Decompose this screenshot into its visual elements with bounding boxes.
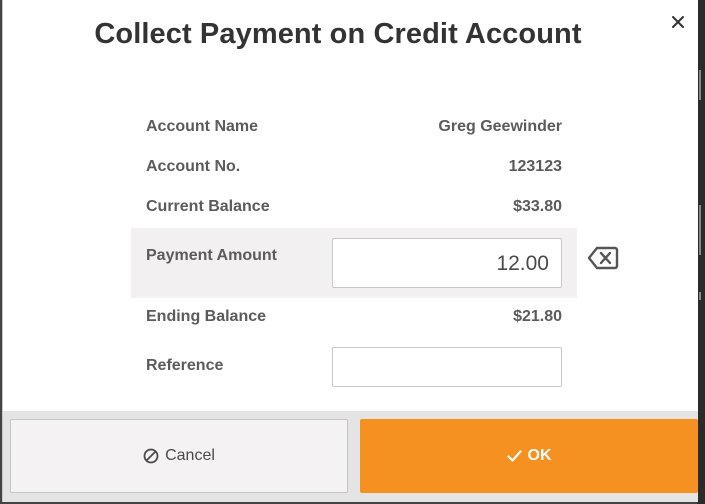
- account-name-value: Greg Geewinder: [438, 118, 562, 135]
- account-no-row: Account No. 123123: [131, 148, 577, 188]
- close-icon: [672, 16, 684, 28]
- reference-label: Reference: [146, 357, 224, 374]
- check-icon: [506, 450, 522, 462]
- backspace-button[interactable]: [587, 245, 619, 271]
- current-balance-value: $33.80: [513, 198, 562, 215]
- current-balance-label: Current Balance: [146, 198, 270, 215]
- payment-amount-input[interactable]: 12.00: [332, 238, 562, 288]
- account-no-label: Account No.: [146, 158, 241, 175]
- dialog-title: Collect Payment on Credit Account: [94, 18, 582, 50]
- account-name-label: Account Name: [146, 118, 259, 135]
- backdrop-strip: [699, 205, 701, 255]
- reference-row: Reference: [131, 347, 577, 387]
- ok-button[interactable]: OK: [360, 419, 698, 493]
- collect-payment-dialog: Collect Payment on Credit Account Accoun…: [2, 0, 698, 502]
- backspace-icon: [587, 246, 619, 270]
- ending-balance-row: Ending Balance $21.80: [131, 298, 577, 338]
- cancel-button[interactable]: Cancel: [10, 419, 348, 493]
- account-no-value: 123123: [508, 158, 562, 175]
- payment-amount-row: Payment Amount 12.00: [131, 228, 577, 298]
- payment-amount-label: Payment Amount: [146, 247, 277, 264]
- payment-amount-value: 12.00: [496, 252, 549, 275]
- close-button[interactable]: [666, 10, 690, 34]
- account-name-row: Account Name Greg Geewinder: [131, 108, 577, 148]
- backdrop-strip: [699, 292, 701, 300]
- backdrop-strip: [699, 70, 701, 100]
- ban-icon: [143, 448, 159, 464]
- backdrop: [697, 0, 705, 504]
- reference-input[interactable]: [332, 347, 562, 387]
- current-balance-row: Current Balance $33.80: [131, 188, 577, 228]
- dialog-footer: Cancel OK: [3, 411, 698, 502]
- ending-balance-value: $21.80: [513, 308, 562, 325]
- ending-balance-label: Ending Balance: [146, 308, 267, 325]
- ok-label: OK: [527, 447, 552, 464]
- cancel-label: Cancel: [165, 447, 215, 464]
